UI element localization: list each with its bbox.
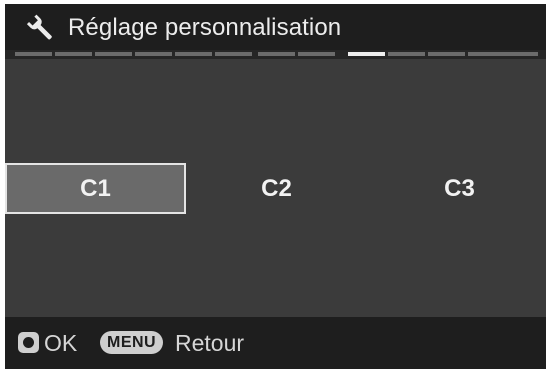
ok-button-icon — [18, 332, 39, 353]
tab-indicator-bar — [5, 50, 546, 59]
footer-bar: OK MENU Retour — [5, 317, 546, 369]
tab-indicator — [175, 52, 212, 56]
tab-indicator — [428, 52, 465, 56]
tab-indicator — [468, 52, 538, 56]
option-c2-label: C2 — [261, 174, 292, 202]
screen: Réglage personnalisation C1 C2 C3 OK MEN… — [5, 4, 546, 369]
tab-indicator — [258, 52, 295, 56]
tab-indicator — [298, 52, 335, 56]
tab-indicator-active — [348, 52, 385, 56]
tab-indicator — [95, 52, 132, 56]
option-c3[interactable]: C3 — [369, 163, 546, 214]
menu-key-badge: MENU — [100, 331, 164, 354]
tab-indicator — [135, 52, 172, 56]
tab-indicator — [388, 52, 425, 56]
option-c2[interactable]: C2 — [186, 163, 367, 214]
option-c1[interactable]: C1 — [5, 163, 186, 214]
page-title: Réglage personnalisation — [68, 14, 342, 41]
option-c3-label: C3 — [444, 174, 475, 202]
tab-indicator — [215, 52, 252, 56]
options-panel: C1 C2 C3 — [5, 59, 546, 317]
back-label: Retour — [175, 330, 245, 356]
ok-label: OK — [44, 330, 78, 356]
wrench-icon — [26, 14, 52, 40]
option-c1-label: C1 — [80, 174, 111, 202]
header-bar: Réglage personnalisation — [5, 4, 546, 50]
tab-indicator — [55, 52, 92, 56]
tab-indicator — [15, 52, 52, 56]
